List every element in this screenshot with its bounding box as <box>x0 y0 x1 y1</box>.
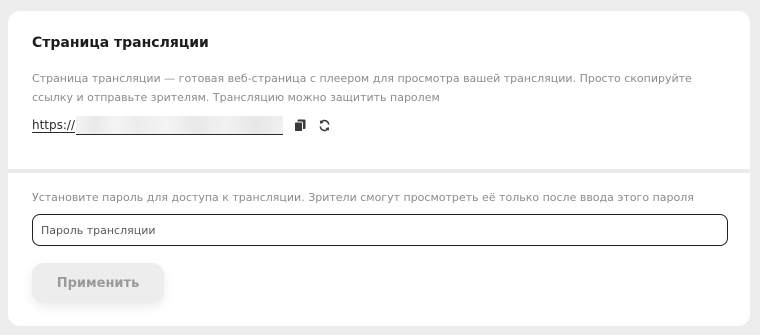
section-divider <box>8 169 750 173</box>
stream-settings-card: Страница трансляции Страница трансляции … <box>8 11 750 326</box>
refresh-icon[interactable] <box>316 117 332 133</box>
apply-button[interactable]: Применить <box>32 263 164 303</box>
stream-page-section: Страница трансляции Страница трансляции … <box>8 11 750 169</box>
copy-icon[interactable] <box>292 117 308 133</box>
password-hint: Установите пароль для доступа к трансляц… <box>32 191 694 204</box>
stream-url-prefix: https:// <box>32 117 76 132</box>
stream-password-input[interactable] <box>32 214 728 246</box>
section-description: Страница трансляции — готовая веб-страни… <box>32 72 692 104</box>
section-title: Страница трансляции <box>32 35 209 51</box>
stream-url-row: https:// <box>32 115 332 135</box>
stream-url-link[interactable]: https:// <box>32 117 76 133</box>
stream-url-redacted <box>76 115 284 135</box>
